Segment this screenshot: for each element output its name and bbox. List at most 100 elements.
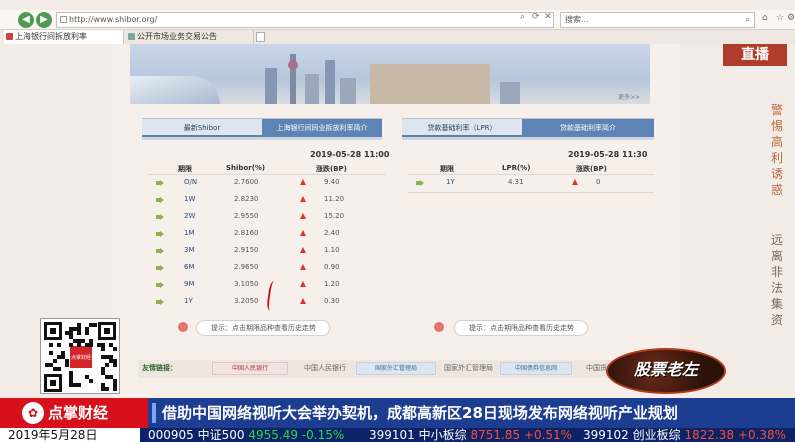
back-icon[interactable]: ◀: [18, 12, 34, 28]
qr-logo: 点掌财经: [69, 345, 93, 369]
up-arrow-icon: [300, 213, 306, 219]
table-row[interactable]: 1W 2.8230 11.20: [148, 193, 386, 209]
tab-shibor-intro[interactable]: 上海银行间同业拆放利率简介: [262, 119, 382, 137]
search-input[interactable]: 搜索... ⌕: [560, 12, 755, 28]
news-headline: 借助中国网络视听大会举办契机，成都高新区28日现场发布网络视听产业规划: [162, 404, 678, 422]
links-label: 友情链接：: [142, 364, 177, 372]
up-arrow-icon: [300, 298, 306, 304]
screen: ◀ ▶ http://www.shibor.org/ ⌕ ⟳ ✕ 搜索... ⌕…: [0, 0, 795, 442]
stock-badge: 股票老左: [606, 348, 726, 394]
browser-address-bar: ◀ ▶ http://www.shibor.org/ ⌕ ⟳ ✕ 搜索... ⌕…: [0, 10, 795, 30]
change-cell: 1.10: [324, 246, 340, 254]
close-icon[interactable]: ✕: [544, 10, 552, 24]
tab-shibor[interactable]: 上海银行间拆放利率: [4, 30, 124, 44]
ticker-value: 4955.49: [248, 428, 298, 442]
rate-cell: 2.7600: [234, 178, 259, 186]
arrow-icon: [156, 299, 164, 305]
qr-code: 点掌财经: [40, 318, 120, 394]
ticker-value: 1822.38: [684, 428, 735, 442]
ticker-code: 399102 创业板综: [583, 428, 681, 442]
home-icon[interactable]: ⌂: [762, 13, 768, 23]
link-pboc-logo[interactable]: 中国人民银行: [212, 362, 288, 375]
term-cell[interactable]: 6M: [184, 263, 195, 271]
live-badge: 直播: [723, 44, 787, 66]
col-change: 涨跌(BP): [316, 165, 347, 173]
rate-cell: 2.8160: [234, 229, 259, 237]
up-arrow-icon: [300, 196, 306, 202]
term-cell[interactable]: 1M: [184, 229, 195, 237]
term-cell[interactable]: 3M: [184, 246, 195, 254]
forward-icon[interactable]: ▶: [36, 12, 52, 28]
link-pboc[interactable]: 中国人民银行: [304, 363, 346, 373]
ticker-change: +0.51%: [523, 428, 573, 442]
term-cell[interactable]: O/N: [184, 178, 197, 186]
tab-announcement[interactable]: 公开市场业务交易公告 [2019]...: [126, 30, 254, 55]
banner-wave: [130, 76, 220, 104]
refresh-icon[interactable]: ⟳: [532, 10, 540, 24]
up-arrow-icon: [300, 230, 306, 236]
url-input[interactable]: http://www.shibor.org/: [56, 12, 554, 28]
rate-cell: 3.1050: [234, 280, 259, 288]
favorites-icon[interactable]: ☆: [776, 13, 784, 23]
up-arrow-icon: [300, 264, 306, 270]
tab-lpr[interactable]: 贷款基础利率（LPR）: [402, 119, 522, 137]
warning-top: 警惕高利诱惑: [770, 103, 783, 197]
ticker-code: 399101 中小板综: [369, 428, 467, 442]
arrow-icon: [156, 282, 164, 288]
arrow-icon: [156, 248, 164, 254]
separator: [152, 403, 156, 423]
rate-cell: 2.8230: [234, 195, 259, 203]
browser-tab-bar: 上海银行间拆放利率 公开市场业务交易公告 [2019]...: [0, 30, 795, 55]
table-row[interactable]: 3M 2.9150 1.10: [148, 244, 386, 260]
change-cell: 0.90: [324, 263, 340, 271]
tab-favicon: [128, 33, 135, 40]
arrow-icon: [156, 180, 164, 186]
table-row[interactable]: O/N 2.7600 9.40: [148, 176, 386, 192]
url-text: http://www.shibor.org/: [69, 15, 158, 24]
tip-icon: [434, 322, 444, 332]
ticker-date: 2019年5月28日: [0, 428, 140, 442]
table-row[interactable]: 9M 3.1050 1.20: [148, 278, 386, 294]
magnifier-icon[interactable]: ⌕: [745, 13, 750, 27]
search-placeholder: 搜索...: [565, 15, 589, 24]
link-safe-logo[interactable]: 国家外汇管理局: [356, 362, 436, 375]
more-link[interactable]: 更多>>: [618, 92, 640, 101]
table-row[interactable]: 6M 2.9650 0.90: [148, 261, 386, 277]
settings-icon[interactable]: ⚙: [787, 13, 795, 23]
rate-cell: 2.9150: [234, 246, 259, 254]
ticker-code: 000905 中证500: [148, 428, 245, 442]
ticker-value: 8751.85: [470, 428, 521, 442]
lpr-panel-tabs: 贷款基础利率（LPR） 贷款基础利率简介: [402, 118, 654, 140]
rate-cell: 2.9650: [234, 263, 259, 271]
link-safe[interactable]: 国家外汇管理局: [444, 363, 493, 373]
lpr-tip[interactable]: 提示：点击期限品种查看历史走势: [454, 320, 588, 336]
ticker-item: 399102 创业板综 1822.38 +0.38%: [583, 428, 786, 442]
rate-cell: 4.31: [508, 178, 524, 186]
table-row[interactable]: 2W 2.9550 15.20: [148, 210, 386, 226]
tab-label: 上海银行间拆放利率: [15, 32, 87, 41]
lpr-date: 2019-05-28 11:30: [568, 150, 648, 159]
shibor-tip[interactable]: 提示：点击期限品种查看历史走势: [196, 320, 330, 336]
table-row[interactable]: 1M 2.8160 2.40: [148, 227, 386, 243]
divider: [148, 174, 386, 175]
up-arrow-icon: [300, 247, 306, 253]
term-cell[interactable]: 9M: [184, 280, 195, 288]
search-icon[interactable]: ⌕: [520, 10, 525, 24]
col-rate: Shibor(%): [226, 164, 266, 172]
banner-image: [130, 44, 650, 104]
change-cell: 0: [596, 178, 601, 186]
term-cell[interactable]: 2W: [184, 212, 195, 220]
tab-lpr-intro[interactable]: 贷款基础利率简介: [522, 119, 654, 137]
link-chinabond[interactable]: 中国债券信息网: [500, 362, 572, 375]
term-cell[interactable]: 1Y: [184, 297, 193, 305]
term-cell[interactable]: 1W: [184, 195, 195, 203]
brand-name: 点掌财经: [48, 404, 109, 422]
up-arrow-icon: [300, 179, 306, 185]
new-tab-icon[interactable]: [256, 32, 265, 42]
table-row[interactable]: 1Y 4.31 0: [408, 176, 654, 192]
arrow-icon: [416, 180, 424, 186]
tab-latest-shibor[interactable]: 最新Shibor: [142, 119, 262, 137]
arrow-icon: [156, 214, 164, 220]
col-rate: LPR(%): [502, 164, 531, 172]
term-cell[interactable]: 1Y: [446, 178, 455, 186]
